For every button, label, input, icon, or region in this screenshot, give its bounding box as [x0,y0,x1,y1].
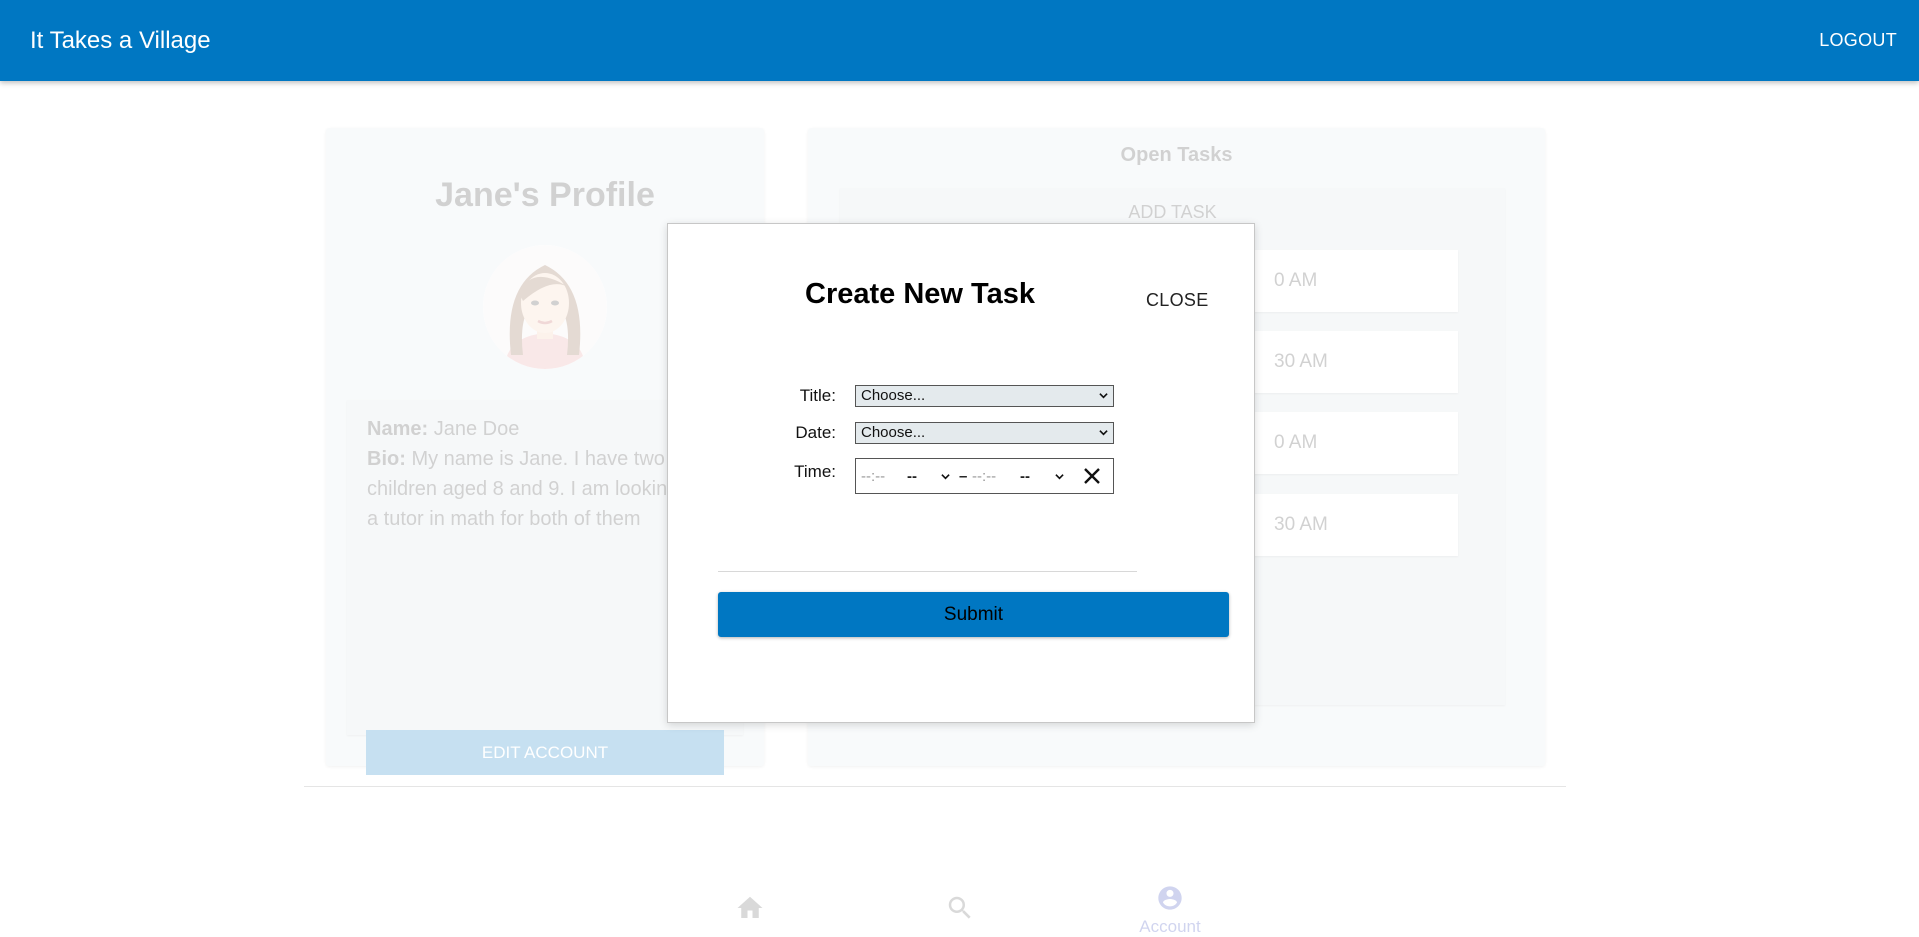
chevron-down-icon[interactable] [940,472,951,481]
bio-text-1: My name is Jane. I have two [411,448,665,470]
date-label: Date: [795,423,836,442]
chevron-down-icon [1099,393,1108,399]
nav-search[interactable] [920,878,1000,937]
app-bar: It Takes a Village LOGOUT [0,0,1919,81]
open-tasks-title: Open Tasks [1120,144,1233,166]
page-divider [304,786,1566,787]
account-circle-icon [1158,886,1182,910]
end-time-hm[interactable]: --:-- [972,468,996,485]
create-task-modal: Create New Task CLOSE Title: Choose... D… [667,223,1255,723]
logout-button[interactable]: LOGOUT [1819,30,1897,51]
app-title: It Takes a Village [30,27,211,54]
time-label: Time: [794,462,836,481]
title-select[interactable]: Choose... [855,385,1114,407]
chevron-down-icon [1099,430,1108,436]
chevron-down-icon[interactable] [1054,472,1065,481]
title-label: Title: [799,386,836,405]
modal-title: Create New Task [805,278,1035,310]
bio-text-3: a tutor in math for both of them [367,508,641,530]
avatar [483,245,607,369]
start-time-ampm[interactable]: -- [907,468,917,485]
submit-button[interactable]: Submit [718,592,1229,637]
profile-name-line: Name: Jane Doe [367,414,697,444]
avatar-image [483,245,607,369]
nav-home[interactable] [710,878,790,937]
task-time: 30 AM [1274,351,1328,372]
profile-title: Jane's Profile [435,176,655,214]
modal-divider [718,571,1137,572]
task-time: 0 AM [1274,270,1318,291]
date-select[interactable]: Choose... [855,422,1114,444]
title-select-value: Choose... [861,387,926,404]
name-value: Jane Doe [433,418,520,440]
end-time-ampm[interactable]: -- [1020,468,1030,485]
time-range-input[interactable]: --:-- -- – --:-- -- [855,458,1114,494]
task-time: 30 AM [1274,514,1328,535]
profile-bio-line-1: Bio: My name is Jane. I have two [367,444,697,474]
edit-account-button[interactable]: EDIT ACCOUNT [366,730,724,775]
start-time-hm[interactable]: --:-- [861,468,885,485]
nav-account-label: Account [1139,917,1201,936]
home-icon [737,896,763,918]
date-select-value: Choose... [861,424,926,441]
name-label: Name: [367,418,429,440]
bio-label: Bio: [367,448,406,470]
clear-icon[interactable] [1083,467,1101,485]
close-button[interactable]: CLOSE [1146,290,1209,311]
task-time: 0 AM [1274,432,1318,453]
nav-account[interactable]: Account [1130,878,1210,937]
bio-text-2: children aged 8 and 9. I am looking for [367,478,708,500]
bottom-navigation: Account [0,878,1919,937]
search-icon [948,896,971,919]
time-separator: – [959,468,968,485]
add-task-button[interactable]: ADD TASK [840,202,1505,223]
